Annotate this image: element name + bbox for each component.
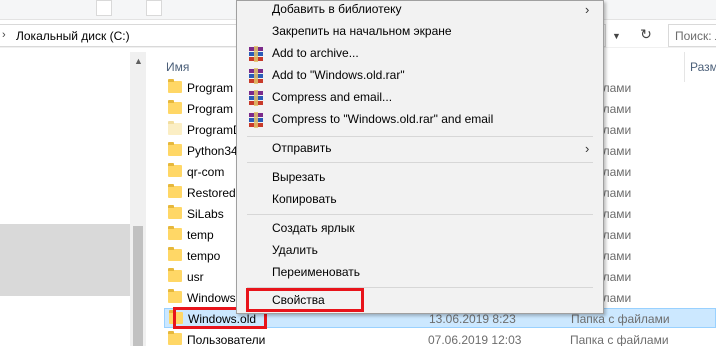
- file-name: SiLabs: [187, 207, 224, 221]
- file-name: tempo: [187, 249, 221, 263]
- chevron-right-icon: ›: [585, 141, 590, 156]
- menu-separator: [247, 214, 593, 215]
- file-type: Папка с файлами: [571, 312, 670, 326]
- context-menu: Добавить в библиотеку › Закрепить на нач…: [236, 0, 604, 314]
- menu-item-pin-start[interactable]: Закрепить на начальном экране: [237, 21, 603, 43]
- menu-item-label: Переименовать: [272, 265, 360, 279]
- file-name: Пользователи: [187, 333, 266, 346]
- menu-separator: [247, 136, 593, 137]
- winrar-icon: [248, 68, 264, 84]
- menu-item-delete[interactable]: Удалить: [237, 240, 603, 262]
- folder-icon: [168, 163, 182, 177]
- highlight-properties: [246, 288, 364, 312]
- folder-icon: [168, 121, 182, 135]
- search-placeholder: Поиск: Ло: [675, 29, 716, 43]
- menu-item-add-to-archive[interactable]: Add to archive...: [237, 43, 603, 65]
- file-date: 13.06.2019 8:23: [429, 312, 516, 326]
- menu-item-compress-email[interactable]: Compress and email...: [237, 87, 603, 109]
- menu-item-create-shortcut[interactable]: Создать ярлык: [237, 218, 603, 240]
- folder-icon: [168, 226, 182, 240]
- folder-icon: [168, 100, 182, 114]
- folder-icon: [168, 79, 182, 93]
- scroll-up-icon[interactable]: ▲: [134, 56, 143, 66]
- column-header-size[interactable]: Разм: [690, 60, 716, 74]
- file-date: 07.06.2019 12:03: [428, 333, 522, 346]
- file-name: usr: [187, 270, 204, 284]
- file-name: temp: [187, 228, 214, 242]
- folder-icon: [168, 142, 182, 156]
- menu-item-rename[interactable]: Переименовать: [237, 262, 603, 284]
- navigation-pane: ▲: [0, 52, 146, 346]
- menu-item-label: Вырезать: [272, 170, 326, 184]
- menu-item-cut[interactable]: Вырезать: [237, 167, 603, 189]
- menu-item-compress-rar-email[interactable]: Compress to "Windows.old.rar" and email: [237, 109, 603, 131]
- folder-icon: [168, 289, 182, 303]
- menu-item-label: Compress to "Windows.old.rar" and email: [272, 112, 494, 126]
- search-input[interactable]: Поиск: Ло: [668, 24, 716, 47]
- file-name: qr-com: [187, 165, 225, 179]
- breadcrumb-chevron-icon[interactable]: ›: [2, 29, 6, 41]
- menu-separator: [247, 162, 593, 163]
- file-type: Папка с файлами: [570, 333, 669, 346]
- file-name: Restored: [187, 186, 236, 200]
- column-header-name[interactable]: Имя: [166, 60, 189, 74]
- nav-selected-item[interactable]: [0, 224, 130, 296]
- folder-icon: [168, 268, 182, 282]
- nav-scrollbar[interactable]: ▲: [130, 52, 146, 346]
- menu-item-label: Создать ярлык: [272, 221, 355, 235]
- address-dropdown-icon[interactable]: ▼: [612, 31, 621, 41]
- menu-item-label: Compress and email...: [272, 90, 393, 104]
- menu-item-send-to[interactable]: Отправить ›: [237, 138, 603, 160]
- folder-icon: [168, 205, 182, 219]
- menu-item-label: Отправить: [272, 141, 332, 155]
- file-name: Program: [187, 81, 234, 95]
- menu-item-copy[interactable]: Копировать: [237, 189, 603, 211]
- address-path[interactable]: Локальный диск (C:): [16, 29, 130, 43]
- ribbon-button[interactable]: [96, 0, 112, 16]
- file-name: Program: [187, 102, 234, 116]
- menu-item-add-to-rar[interactable]: Add to "Windows.old.rar": [237, 65, 603, 87]
- file-name: ProgramD: [187, 123, 242, 137]
- menu-item-label: Копировать: [272, 192, 337, 206]
- chevron-right-icon: ›: [585, 2, 590, 17]
- menu-item-label: Удалить: [272, 243, 318, 257]
- file-row[interactable]: Пользователи 07.06.2019 12:03 Папка с фа…: [164, 330, 716, 346]
- ribbon-button[interactable]: [146, 0, 162, 16]
- winrar-icon: [248, 112, 264, 128]
- folder-icon: [168, 331, 182, 345]
- menu-item-label: Закрепить на начальном экране: [272, 24, 452, 38]
- nav-scroll-thumb[interactable]: [133, 226, 143, 346]
- winrar-icon: [248, 90, 264, 106]
- menu-item-label: Add to archive...: [272, 46, 359, 60]
- folder-icon: [168, 184, 182, 198]
- file-name: Windows: [187, 291, 236, 305]
- refresh-icon[interactable]: ↻: [636, 26, 656, 46]
- menu-item-label: Добавить в библиотеку: [272, 2, 402, 16]
- file-name: Python34: [187, 144, 238, 158]
- winrar-icon: [248, 46, 264, 62]
- explorer-window: › Локальный диск (C:) ▼ ↻ Поиск: Ло ▲ Им…: [0, 0, 716, 346]
- menu-item-add-to-library[interactable]: Добавить в библиотеку ›: [237, 1, 603, 21]
- menu-item-label: Add to "Windows.old.rar": [272, 68, 405, 82]
- folder-icon: [168, 247, 182, 261]
